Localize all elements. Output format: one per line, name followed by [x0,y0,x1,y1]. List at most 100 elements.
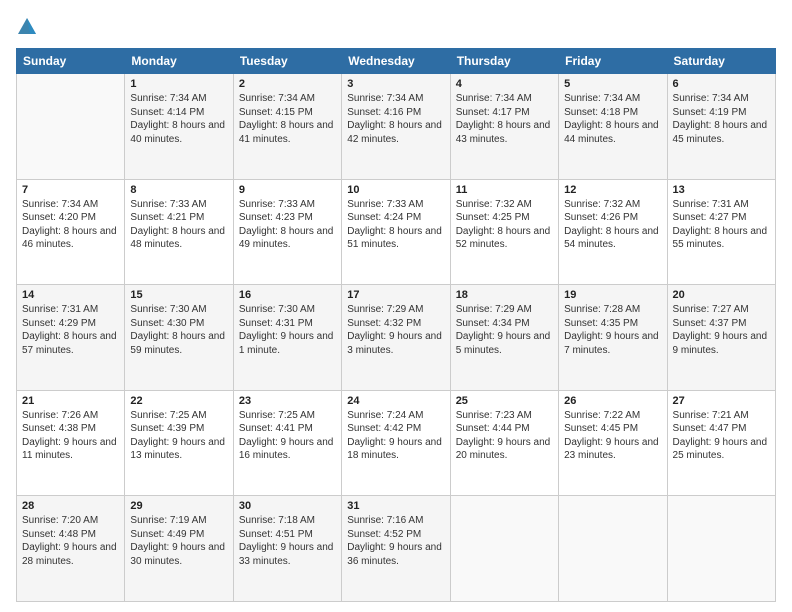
calendar-day-cell: 27 Sunrise: 7:21 AM Sunset: 4:47 PM Dayl… [667,390,775,496]
sunrise: Sunrise: 7:32 AM [456,199,532,210]
header [16,16,776,38]
calendar-day-cell: 19 Sunrise: 7:28 AM Sunset: 4:35 PM Dayl… [559,285,667,391]
day-number: 10 [347,184,444,196]
day-number: 12 [564,184,661,196]
sunrise: Sunrise: 7:34 AM [456,93,532,104]
calendar-day-header: Sunday [17,49,125,74]
day-info: Sunrise: 7:29 AM Sunset: 4:32 PM Dayligh… [347,303,444,357]
calendar-day-cell: 11 Sunrise: 7:32 AM Sunset: 4:25 PM Dayl… [450,179,558,285]
calendar-day-cell [17,74,125,180]
sunset: Sunset: 4:44 PM [456,423,530,434]
day-info: Sunrise: 7:26 AM Sunset: 4:38 PM Dayligh… [22,409,119,463]
sunset: Sunset: 4:37 PM [673,318,747,329]
daylight: Daylight: 9 hours and 7 minutes. [564,331,659,356]
calendar-day-cell: 13 Sunrise: 7:31 AM Sunset: 4:27 PM Dayl… [667,179,775,285]
day-info: Sunrise: 7:34 AM Sunset: 4:16 PM Dayligh… [347,92,444,146]
sunrise: Sunrise: 7:21 AM [673,410,749,421]
day-info: Sunrise: 7:24 AM Sunset: 4:42 PM Dayligh… [347,409,444,463]
sunset: Sunset: 4:19 PM [673,107,747,118]
day-info: Sunrise: 7:30 AM Sunset: 4:31 PM Dayligh… [239,303,336,357]
day-info: Sunrise: 7:32 AM Sunset: 4:25 PM Dayligh… [456,198,553,252]
sunrise: Sunrise: 7:27 AM [673,304,749,315]
calendar-day-cell: 28 Sunrise: 7:20 AM Sunset: 4:48 PM Dayl… [17,496,125,602]
sunrise: Sunrise: 7:19 AM [130,515,206,526]
sunrise: Sunrise: 7:34 AM [22,199,98,210]
sunset: Sunset: 4:41 PM [239,423,313,434]
sunrise: Sunrise: 7:24 AM [347,410,423,421]
day-info: Sunrise: 7:16 AM Sunset: 4:52 PM Dayligh… [347,514,444,568]
day-info: Sunrise: 7:23 AM Sunset: 4:44 PM Dayligh… [456,409,553,463]
day-number: 23 [239,395,336,407]
daylight: Daylight: 8 hours and 46 minutes. [22,226,117,251]
calendar-day-cell: 8 Sunrise: 7:33 AM Sunset: 4:21 PM Dayli… [125,179,233,285]
calendar-day-cell: 6 Sunrise: 7:34 AM Sunset: 4:19 PM Dayli… [667,74,775,180]
calendar-day-cell: 21 Sunrise: 7:26 AM Sunset: 4:38 PM Dayl… [17,390,125,496]
day-number: 30 [239,500,336,512]
calendar-day-cell: 18 Sunrise: 7:29 AM Sunset: 4:34 PM Dayl… [450,285,558,391]
calendar-day-cell: 14 Sunrise: 7:31 AM Sunset: 4:29 PM Dayl… [17,285,125,391]
day-info: Sunrise: 7:27 AM Sunset: 4:37 PM Dayligh… [673,303,770,357]
daylight: Daylight: 9 hours and 13 minutes. [130,437,225,462]
day-number: 26 [564,395,661,407]
sunrise: Sunrise: 7:34 AM [239,93,315,104]
day-number: 1 [130,78,227,90]
calendar-week-row: 7 Sunrise: 7:34 AM Sunset: 4:20 PM Dayli… [17,179,776,285]
calendar-day-cell: 25 Sunrise: 7:23 AM Sunset: 4:44 PM Dayl… [450,390,558,496]
daylight: Daylight: 9 hours and 18 minutes. [347,437,442,462]
sunset: Sunset: 4:52 PM [347,529,421,540]
calendar-day-cell [559,496,667,602]
sunrise: Sunrise: 7:31 AM [673,199,749,210]
day-number: 19 [564,289,661,301]
calendar-day-cell: 1 Sunrise: 7:34 AM Sunset: 4:14 PM Dayli… [125,74,233,180]
day-number: 14 [22,289,119,301]
logo [16,16,40,38]
daylight: Daylight: 8 hours and 41 minutes. [239,120,334,145]
day-info: Sunrise: 7:34 AM Sunset: 4:18 PM Dayligh… [564,92,661,146]
day-info: Sunrise: 7:33 AM Sunset: 4:23 PM Dayligh… [239,198,336,252]
calendar-day-cell: 30 Sunrise: 7:18 AM Sunset: 4:51 PM Dayl… [233,496,341,602]
daylight: Daylight: 8 hours and 51 minutes. [347,226,442,251]
day-info: Sunrise: 7:33 AM Sunset: 4:24 PM Dayligh… [347,198,444,252]
sunset: Sunset: 4:15 PM [239,107,313,118]
day-number: 5 [564,78,661,90]
day-number: 2 [239,78,336,90]
daylight: Daylight: 9 hours and 16 minutes. [239,437,334,462]
calendar-day-header: Saturday [667,49,775,74]
calendar-day-cell: 26 Sunrise: 7:22 AM Sunset: 4:45 PM Dayl… [559,390,667,496]
daylight: Daylight: 9 hours and 11 minutes. [22,437,117,462]
calendar-day-cell: 4 Sunrise: 7:34 AM Sunset: 4:17 PM Dayli… [450,74,558,180]
daylight: Daylight: 8 hours and 43 minutes. [456,120,551,145]
calendar-day-cell: 24 Sunrise: 7:24 AM Sunset: 4:42 PM Dayl… [342,390,450,496]
day-number: 6 [673,78,770,90]
sunset: Sunset: 4:23 PM [239,212,313,223]
calendar-day-cell: 5 Sunrise: 7:34 AM Sunset: 4:18 PM Dayli… [559,74,667,180]
sunrise: Sunrise: 7:30 AM [239,304,315,315]
sunset: Sunset: 4:32 PM [347,318,421,329]
day-info: Sunrise: 7:20 AM Sunset: 4:48 PM Dayligh… [22,514,119,568]
sunset: Sunset: 4:21 PM [130,212,204,223]
day-number: 31 [347,500,444,512]
day-info: Sunrise: 7:31 AM Sunset: 4:27 PM Dayligh… [673,198,770,252]
day-info: Sunrise: 7:25 AM Sunset: 4:41 PM Dayligh… [239,409,336,463]
daylight: Daylight: 8 hours and 57 minutes. [22,331,117,356]
daylight: Daylight: 9 hours and 23 minutes. [564,437,659,462]
calendar-week-row: 14 Sunrise: 7:31 AM Sunset: 4:29 PM Dayl… [17,285,776,391]
day-info: Sunrise: 7:34 AM Sunset: 4:14 PM Dayligh… [130,92,227,146]
daylight: Daylight: 9 hours and 25 minutes. [673,437,768,462]
sunset: Sunset: 4:25 PM [456,212,530,223]
calendar-day-cell: 23 Sunrise: 7:25 AM Sunset: 4:41 PM Dayl… [233,390,341,496]
calendar-day-cell: 7 Sunrise: 7:34 AM Sunset: 4:20 PM Dayli… [17,179,125,285]
calendar-week-row: 28 Sunrise: 7:20 AM Sunset: 4:48 PM Dayl… [17,496,776,602]
day-number: 13 [673,184,770,196]
day-info: Sunrise: 7:34 AM Sunset: 4:15 PM Dayligh… [239,92,336,146]
daylight: Daylight: 9 hours and 33 minutes. [239,542,334,567]
day-number: 18 [456,289,553,301]
day-info: Sunrise: 7:29 AM Sunset: 4:34 PM Dayligh… [456,303,553,357]
day-number: 21 [22,395,119,407]
sunset: Sunset: 4:16 PM [347,107,421,118]
day-number: 9 [239,184,336,196]
day-info: Sunrise: 7:33 AM Sunset: 4:21 PM Dayligh… [130,198,227,252]
sunrise: Sunrise: 7:20 AM [22,515,98,526]
day-number: 3 [347,78,444,90]
calendar-table: SundayMondayTuesdayWednesdayThursdayFrid… [16,48,776,602]
